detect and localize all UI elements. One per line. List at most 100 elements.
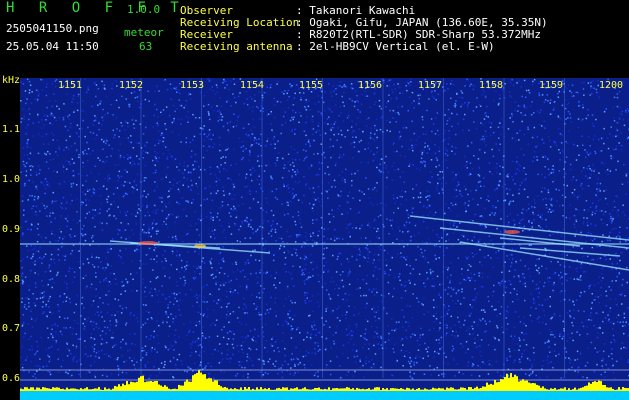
noise-speck [154,103,156,106]
noise-speck [388,233,390,235]
noise-speck [516,156,519,158]
noise-speck [306,278,308,281]
noise-speck [290,200,292,203]
y-tick-label: 0.7 [1,323,20,334]
noise-speck [543,120,545,123]
noise-speck [158,290,161,292]
noise-speck [593,284,596,287]
noise-speck [318,129,320,132]
noise-speck [562,215,564,217]
noise-speck [32,261,35,264]
noise-speck [378,169,381,172]
noise-speck [106,140,108,142]
noise-speck [202,335,204,337]
noise-speck [192,164,194,166]
noise-speck [516,214,519,216]
noise-speck [228,225,231,228]
noise-speck [312,133,314,136]
noise-speck [118,371,120,373]
noise-speck [156,152,158,154]
noise-speck [282,332,284,334]
noise-speck [546,376,548,378]
noise-speck [514,359,516,362]
noise-speck [466,161,468,163]
noise-speck [47,167,50,170]
noise-speck [41,202,43,205]
noise-speck [65,254,67,256]
noise-speck [55,340,58,342]
noise-speck [429,365,431,367]
noise-speck [609,133,611,136]
noise-speck [199,273,201,275]
noise-speck [411,208,413,211]
noise-speck [450,202,453,204]
noise-speck [355,227,357,229]
noise-speck [508,201,511,203]
noise-speck [411,317,414,319]
noise-speck [362,336,365,339]
noise-speck [510,283,512,286]
noise-speck [21,301,23,303]
noise-speck [400,297,403,299]
noise-speck [137,320,139,323]
noise-speck [370,366,373,369]
noise-speck [350,83,353,85]
noise-speck [256,106,258,108]
noise-speck [461,103,464,105]
noise-speck [293,374,296,377]
noise-speck [506,215,509,217]
noise-speck [399,138,401,140]
noise-speck [271,228,273,230]
noise-speck [145,254,148,256]
noise-speck [617,314,620,316]
noise-speck [579,104,582,107]
noise-speck [246,185,249,187]
noise-speck [99,212,101,214]
noise-speck [431,314,434,317]
noise-speck [179,104,181,107]
noise-speck [92,188,95,190]
noise-speck [573,143,575,146]
noise-speck [109,324,112,326]
noise-speck [530,373,532,375]
noise-speck [389,121,391,123]
noise-speck [397,207,399,209]
noise-speck [304,291,306,294]
noise-speck [172,356,175,359]
noise-speck [496,314,498,317]
noise-speck [441,237,443,239]
noise-speck [339,153,341,156]
noise-speck [318,200,321,203]
noise-speck [37,250,40,253]
noise-speck [367,117,370,119]
noise-speck [510,96,512,98]
noise-speck [489,126,492,129]
noise-speck [615,195,617,197]
noise-speck [62,301,64,303]
noise-speck [609,217,612,220]
noise-speck [161,197,163,199]
noise-speck [23,322,25,324]
noise-speck [67,129,69,132]
noise-speck [486,198,488,201]
noise-speck [58,305,60,308]
noise-speck [535,374,537,377]
noise-speck [347,271,350,274]
noise-speck [331,209,333,211]
noise-speck [210,217,212,220]
noise-speck [424,146,426,148]
noise-speck [239,241,241,243]
noise-speck [368,222,370,225]
noise-speck [218,97,221,99]
noise-speck [106,326,109,329]
noise-speck [171,155,173,158]
noise-speck [102,368,105,370]
noise-speck [625,193,627,195]
noise-speck [212,233,215,235]
noise-speck [30,169,32,171]
noise-speck [42,285,44,287]
noise-speck [408,351,411,354]
noise-speck [576,350,579,353]
noise-speck [51,334,54,337]
noise-speck [305,231,307,234]
